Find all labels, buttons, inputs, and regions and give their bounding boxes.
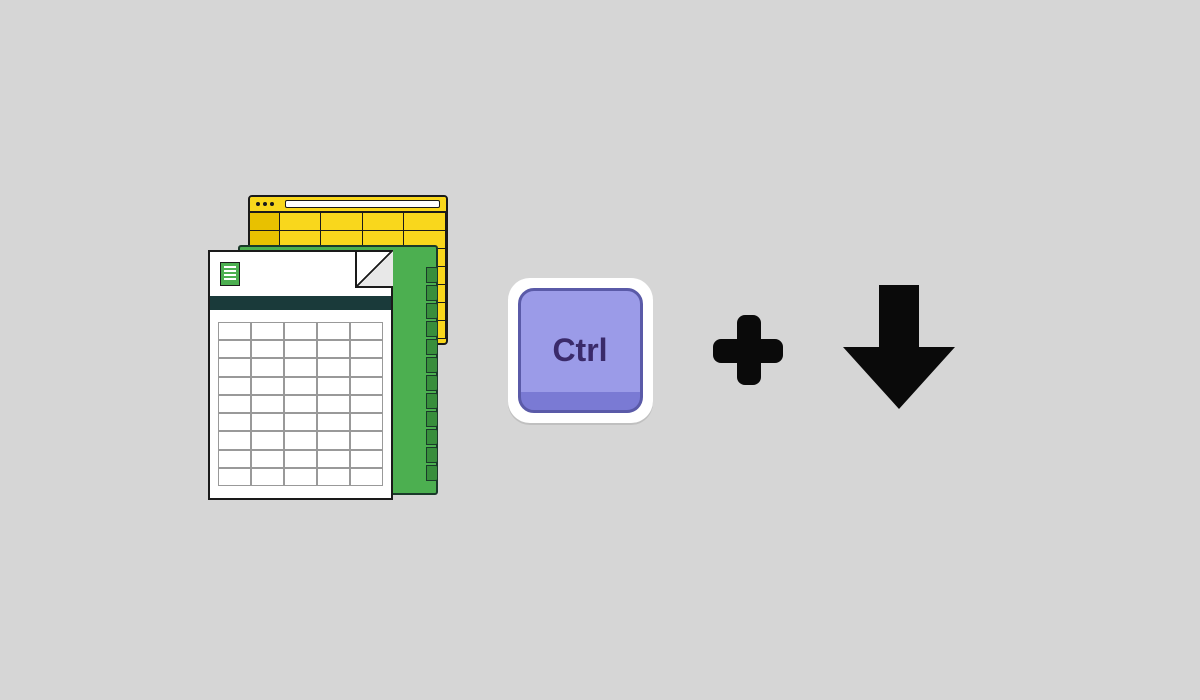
ctrl-key-cap: Ctrl (508, 278, 653, 423)
arrow-down-icon (843, 285, 953, 415)
ctrl-key-label: Ctrl (552, 332, 607, 369)
spreadsheet-page-icon (208, 250, 393, 500)
document-mini-icon (220, 262, 240, 286)
plus-icon (713, 315, 783, 385)
spreadsheet-stack-icon (208, 195, 448, 505)
ctrl-key-icon: Ctrl (518, 288, 643, 413)
